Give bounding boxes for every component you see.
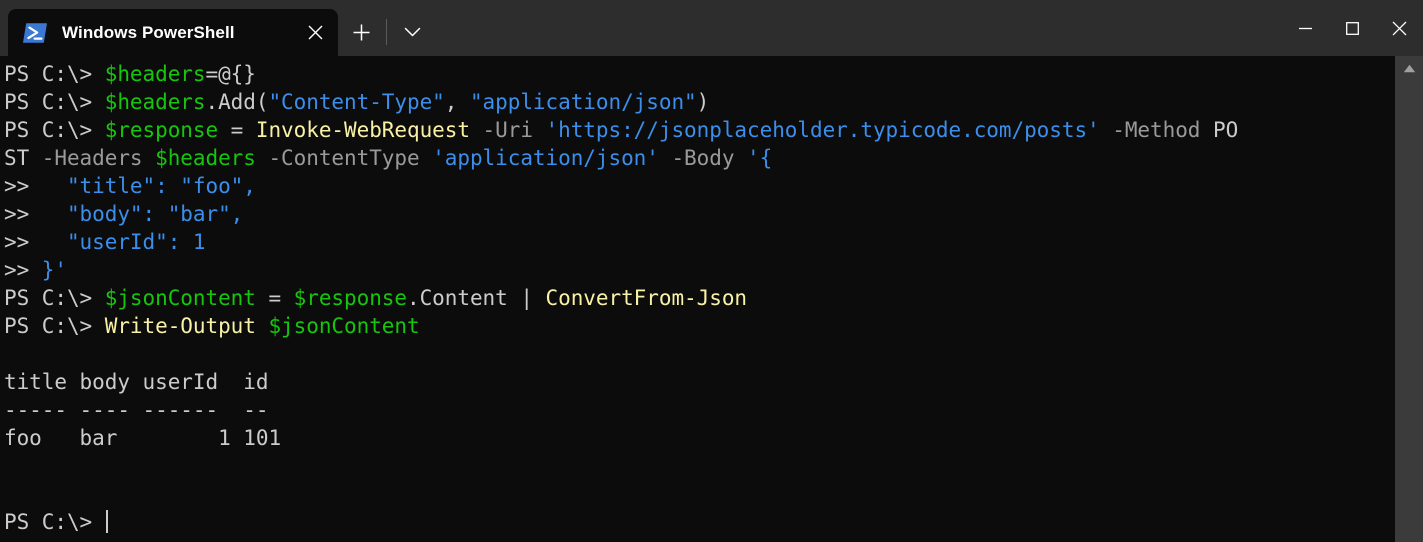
maximize-icon (1346, 21, 1359, 35)
scrollbar-track[interactable] (1395, 56, 1423, 542)
terminal-text-param: -Body (658, 146, 748, 170)
scrollbar-up-arrow[interactable] (1395, 59, 1423, 77)
terminal-text-cmd: ConvertFrom-Json (545, 286, 748, 310)
terminal-text-cmd: Invoke-WebRequest (255, 118, 470, 142)
terminal-line: PS C:\> $response = Invoke-WebRequest -U… (4, 116, 1395, 144)
window-controls (1282, 0, 1423, 56)
terminal-text-default: PO (1212, 118, 1239, 142)
terminal-text-var: $headers (104, 62, 206, 86)
terminal-line: PS C:\> $headers.Add("Content-Type", "ap… (4, 88, 1395, 116)
terminal-text-string: "Content-Type" (268, 90, 445, 114)
terminal-line: PS C:\> Write-Output $jsonContent (4, 312, 1395, 340)
terminal-text-param: -ContentType (255, 146, 433, 170)
terminal-text-prompt: PS C:\> (4, 118, 105, 142)
terminal-line: >> "title": "foo", (4, 172, 1395, 200)
terminal-text-var: $jsonContent (104, 286, 256, 310)
close-icon (1392, 21, 1407, 35)
powershell-icon (23, 22, 47, 43)
terminal-text-string: '{ (747, 146, 773, 170)
terminal-text-default: ) (696, 90, 710, 114)
terminal-line: PS C:\> $headers=@{} (4, 60, 1395, 88)
terminal-text-param: -Uri (469, 118, 546, 142)
terminal-text-default: =@{} (205, 62, 256, 86)
close-icon (308, 25, 322, 40)
terminal-text-string: }' (41, 258, 67, 282)
terminal-line: >> "userId": 1 (4, 228, 1395, 256)
terminal-text-out: foo bar 1 101 (4, 426, 282, 450)
terminal-text-prompt: PS C:\> (4, 510, 105, 534)
terminal-text-cont: >> (4, 202, 42, 226)
tab-title: Windows PowerShell (62, 22, 235, 42)
terminal-text-param: -Method (1099, 118, 1213, 142)
terminal-text-var: $response (293, 286, 407, 310)
terminal-text-string: "userId": 1 (41, 230, 206, 254)
terminal-text-default: = (218, 118, 256, 142)
terminal-text-param: -Headers (29, 146, 156, 170)
terminal-output[interactable]: PS C:\> $headers=@{} PS C:\> $headers.Add… (0, 56, 1395, 542)
terminal-text-cont: >> (4, 174, 42, 198)
terminal-text-default: .Add( (205, 90, 269, 114)
terminal-text-string: "body": "bar", (41, 202, 244, 226)
terminal-text-string: "title": "foo", (41, 174, 256, 198)
plus-icon (353, 24, 369, 41)
terminal-scrollbar[interactable] (1395, 56, 1423, 542)
terminal-text-prompt: PS C:\> (4, 90, 105, 114)
terminal-text-string: 'application/json' (432, 146, 659, 170)
terminal-line: title body userId id (4, 368, 1395, 396)
tab-strip: Windows PowerShell (0, 0, 435, 56)
terminal-text-out: title body userId id (4, 370, 269, 394)
chevron-down-icon (404, 27, 420, 37)
terminal-line: >> "body": "bar", (4, 200, 1395, 228)
minimize-icon (1299, 27, 1312, 29)
terminal-area[interactable]: PS C:\> $headers=@{} PS C:\> $headers.Add… (0, 56, 1423, 542)
terminal-text-cont: >> (4, 230, 42, 254)
terminal-line: ST -Headers $headers -ContentType 'appli… (4, 144, 1395, 172)
tab-windows-powershell[interactable]: Windows PowerShell (8, 9, 338, 56)
terminal-line: foo bar 1 101 (4, 424, 1395, 452)
triangle-up-icon (1403, 64, 1415, 72)
terminal-text-prompt: PS C:\> (4, 314, 105, 338)
terminal-text-default: = (255, 286, 294, 310)
terminal-line: PS C:\> (4, 508, 1395, 536)
terminal-text-string: 'https://jsonplaceholder.typicode.com/po… (545, 118, 1100, 142)
terminal-text-var: $jsonContent (268, 314, 420, 338)
terminal-text-string: "application/json" (469, 90, 697, 114)
terminal-text-prompt: PS C:\> (4, 62, 105, 86)
terminal-text-var: $response (104, 118, 219, 142)
terminal-line: PS C:\> $jsonContent = $response.Content… (4, 284, 1395, 312)
terminal-text-default: .Content | (407, 286, 546, 310)
terminal-text-default: , (444, 90, 470, 114)
tab-dropdown-button[interactable] (389, 9, 435, 56)
terminal-line: >> }' (4, 256, 1395, 284)
terminal-text-default (256, 314, 269, 338)
text-cursor (105, 510, 108, 533)
terminal-text-out: ----- ---- ------ -- (4, 398, 269, 422)
terminal-line: ----- ---- ------ -- (4, 396, 1395, 424)
terminal-text-var: $headers (104, 90, 206, 114)
tab-close-button[interactable] (298, 16, 332, 50)
maximize-button[interactable] (1329, 0, 1376, 56)
terminal-text-default: ST (4, 146, 30, 170)
terminal-text-cont: >> (4, 258, 42, 282)
window-titlebar: Windows PowerShell (0, 0, 1423, 56)
window-close-button[interactable] (1376, 0, 1423, 56)
terminal-text-cmd: Write-Output (104, 314, 256, 338)
terminal-text-var: $headers (155, 146, 256, 170)
minimize-button[interactable] (1282, 0, 1329, 56)
tabstrip-divider (386, 19, 387, 45)
new-tab-button[interactable] (338, 9, 384, 56)
terminal-text-prompt: PS C:\> (4, 286, 105, 310)
